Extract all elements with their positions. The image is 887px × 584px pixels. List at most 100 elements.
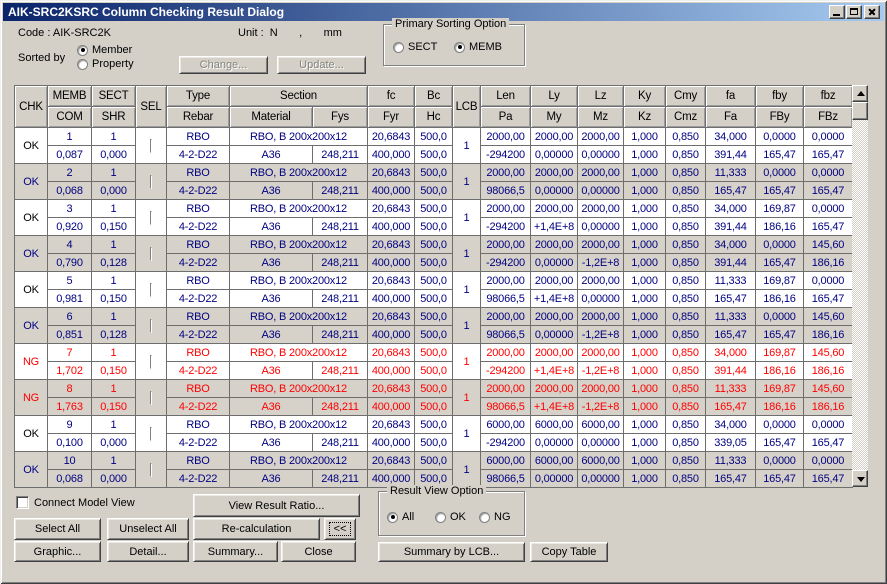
fby2-cell: 165,47 bbox=[756, 326, 804, 344]
unselect-all-button[interactable]: Unselect All bbox=[107, 518, 189, 540]
lz-cell: 2000,00 bbox=[578, 164, 624, 182]
summary-button[interactable]: Summary... bbox=[193, 541, 278, 562]
rebar-cell: 4-2-D22 bbox=[167, 434, 230, 452]
result-view-all-radio[interactable]: All bbox=[387, 511, 414, 523]
fa2-cell: 339,05 bbox=[706, 434, 756, 452]
update-button[interactable]: Update... bbox=[277, 56, 366, 74]
fa2-cell: 165,47 bbox=[706, 290, 756, 308]
row-select-checkbox[interactable] bbox=[150, 463, 152, 477]
row-select-checkbox[interactable] bbox=[150, 391, 152, 405]
row-select-checkbox[interactable] bbox=[150, 247, 152, 261]
member-row: NG81RBORBO, B 200x200x1220,6843500,01200… bbox=[15, 380, 853, 398]
row-select-checkbox[interactable] bbox=[150, 139, 152, 153]
row-select-checkbox[interactable] bbox=[150, 319, 152, 333]
member-row: OK31RBORBO, B 200x200x1220,6843500,01200… bbox=[15, 200, 853, 218]
mz-cell: 0,00000 bbox=[578, 182, 624, 200]
row-select-checkbox[interactable] bbox=[150, 211, 152, 225]
col-header-section: Section bbox=[230, 86, 368, 107]
com-cell: 0,851 bbox=[48, 326, 92, 344]
copy-table-button[interactable]: Copy Table bbox=[530, 542, 608, 562]
type-cell: RBO bbox=[167, 308, 230, 326]
material-cell: A36 bbox=[230, 362, 313, 380]
col-header-fa2: Fa bbox=[706, 107, 756, 128]
radio-icon bbox=[454, 42, 465, 53]
section-cell: RBO, B 200x200x12 bbox=[230, 272, 368, 290]
len-cell: 6000,00 bbox=[481, 416, 531, 434]
ly-cell: 2000,00 bbox=[531, 272, 578, 290]
scrollbar-thumb[interactable] bbox=[852, 102, 868, 120]
row-select-checkbox[interactable] bbox=[150, 427, 152, 441]
cmz-cell: 0,850 bbox=[666, 470, 706, 488]
material-cell: A36 bbox=[230, 398, 313, 416]
fc-cell: 20,6843 bbox=[368, 164, 415, 182]
material-cell: A36 bbox=[230, 290, 313, 308]
row-select-checkbox[interactable] bbox=[150, 283, 152, 297]
connect-model-view-checkbox[interactable]: Connect Model View bbox=[16, 496, 135, 509]
summary-by-lcb-button[interactable]: Summary by LCB... bbox=[378, 542, 525, 562]
type-cell: RBO bbox=[167, 380, 230, 398]
section-cell: RBO, B 200x200x12 bbox=[230, 164, 368, 182]
vertical-scrollbar[interactable] bbox=[852, 85, 868, 487]
result-view-ok-radio[interactable]: OK bbox=[435, 511, 466, 523]
member-row: OK41RBORBO, B 200x200x1220,6843500,01200… bbox=[15, 236, 853, 254]
detail-button[interactable]: Detail... bbox=[107, 541, 189, 562]
lcb-cell: 1 bbox=[453, 236, 481, 272]
kz-cell: 1,000 bbox=[624, 182, 666, 200]
ky-cell: 1,000 bbox=[624, 272, 666, 290]
bc-cell: 500,0 bbox=[415, 380, 453, 398]
sorting-memb-radio[interactable]: MEMB bbox=[454, 41, 502, 53]
fbz-cell: 145,60 bbox=[804, 344, 853, 362]
col-header-fbz2: FBz bbox=[804, 107, 853, 128]
checkbox-icon bbox=[16, 496, 29, 509]
view-result-ratio-button[interactable]: View Result Ratio... bbox=[193, 494, 360, 517]
change-button[interactable]: Change... bbox=[179, 56, 268, 74]
scroll-down-button[interactable] bbox=[852, 470, 868, 487]
fby2-cell: 186,16 bbox=[756, 362, 804, 380]
memb-cell: 3 bbox=[48, 200, 92, 218]
sorting-sect-radio[interactable]: SECT bbox=[393, 41, 437, 53]
material-cell: A36 bbox=[230, 470, 313, 488]
close-button[interactable] bbox=[864, 5, 880, 19]
fby2-cell: 165,47 bbox=[756, 182, 804, 200]
fbz-cell: 145,60 bbox=[804, 380, 853, 398]
row-select-checkbox[interactable] bbox=[150, 175, 152, 189]
row-select-checkbox[interactable] bbox=[150, 355, 152, 369]
col-header-memb: MEMB bbox=[48, 86, 92, 107]
sect-cell: 1 bbox=[92, 164, 136, 182]
minimize-button[interactable] bbox=[829, 5, 845, 19]
ky-cell: 1,000 bbox=[624, 164, 666, 182]
maximize-button[interactable] bbox=[846, 5, 862, 19]
scroll-up-button[interactable] bbox=[852, 85, 868, 102]
fys-cell: 248,211 bbox=[313, 398, 368, 416]
result-table-body: OK11RBORBO, B 200x200x1220,6843500,01200… bbox=[15, 128, 853, 488]
recalculation-button[interactable]: Re-calculation bbox=[193, 518, 320, 540]
pa-cell: 98066,5 bbox=[481, 470, 531, 488]
column-checking-result-dialog: AIK-SRC2KSRC Column Checking Result Dial… bbox=[0, 0, 887, 584]
ly-cell: 6000,00 bbox=[531, 452, 578, 470]
fys-cell: 248,211 bbox=[313, 362, 368, 380]
primary-sorting-option-title: Primary Sorting Option bbox=[392, 18, 509, 30]
mz-cell: -1,2E+8 bbox=[578, 362, 624, 380]
radio-icon bbox=[393, 42, 404, 53]
arrow-up-icon bbox=[857, 91, 865, 96]
col-header-com: COM bbox=[48, 107, 92, 128]
chk-cell: NG bbox=[15, 380, 48, 416]
sorted-by-property-radio[interactable]: Property bbox=[77, 58, 134, 70]
select-all-button[interactable]: Select All bbox=[14, 518, 101, 540]
member-row: OK11RBORBO, B 200x200x1220,6843500,01200… bbox=[15, 128, 853, 146]
result-view-ng-radio[interactable]: NG bbox=[479, 511, 511, 523]
cmz-cell: 0,850 bbox=[666, 398, 706, 416]
graphic-button[interactable]: Graphic... bbox=[14, 541, 101, 562]
col-header-type: Type bbox=[167, 86, 230, 107]
col-header-lcb: LCB bbox=[453, 86, 481, 128]
lz-cell: 2000,00 bbox=[578, 308, 624, 326]
mz-cell: -1,2E+8 bbox=[578, 254, 624, 272]
chk-cell: OK bbox=[15, 308, 48, 344]
fyr-cell: 400,000 bbox=[368, 434, 415, 452]
hc-cell: 500,0 bbox=[415, 434, 453, 452]
collapse-button[interactable]: << bbox=[324, 518, 356, 540]
hc-cell: 500,0 bbox=[415, 182, 453, 200]
rebar-cell: 4-2-D22 bbox=[167, 290, 230, 308]
sorted-by-member-radio[interactable]: Member bbox=[77, 44, 132, 56]
close-dialog-button[interactable]: Close bbox=[281, 541, 356, 562]
